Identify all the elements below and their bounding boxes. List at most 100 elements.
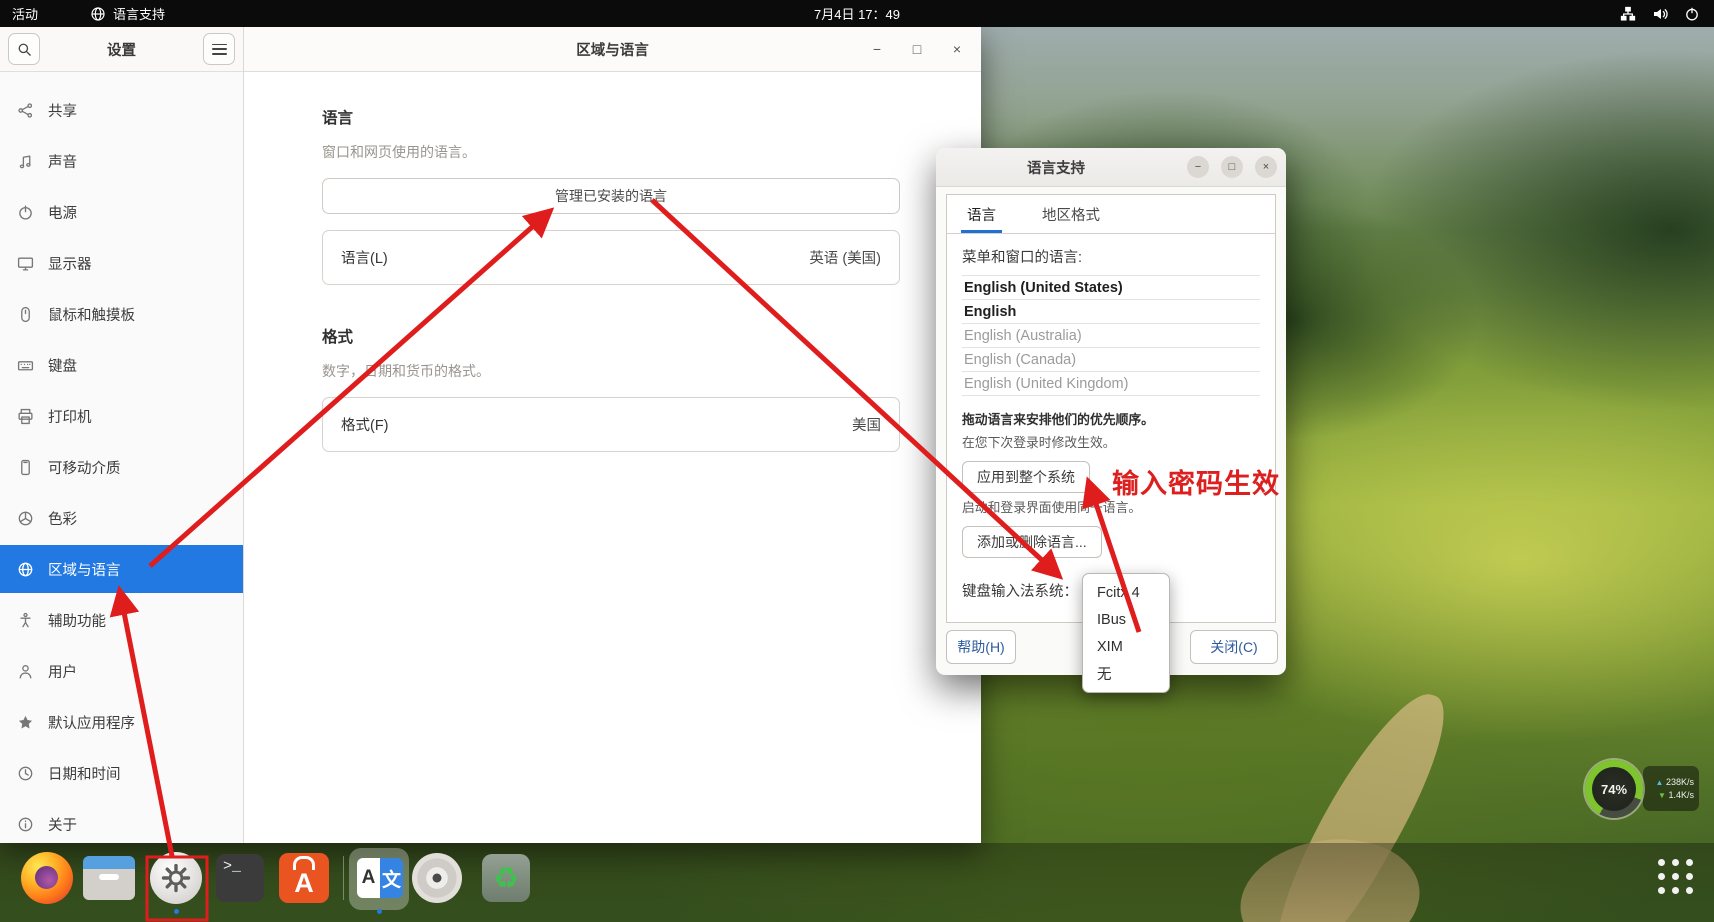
dialog-title: 语言支持 xyxy=(936,148,1176,186)
im-right-glyph: 文 xyxy=(380,858,403,898)
list-item-language[interactable]: English (Australia) xyxy=(962,324,1260,348)
tab-label: 语言 xyxy=(967,204,996,225)
ime-option-xim[interactable]: XIM xyxy=(1083,633,1169,660)
sidebar-item-label: 默认应用程序 xyxy=(48,712,135,733)
sidebar-item-printers[interactable]: 打印机 xyxy=(0,392,243,440)
sidebar-item-label: 用户 xyxy=(48,661,77,682)
hamburger-icon xyxy=(212,44,227,55)
primary-menu-button[interactable] xyxy=(203,33,235,65)
add-remove-languages-button[interactable]: 添加或删除语言... xyxy=(962,526,1102,558)
option-label: Fcitx 4 xyxy=(1097,585,1140,601)
im-left-glyph: A xyxy=(357,858,380,898)
input-method-icon: A 文 xyxy=(357,858,403,898)
tab-language[interactable]: 语言 xyxy=(961,195,1002,233)
sidebar-item-power[interactable]: 电源 xyxy=(0,188,243,236)
maximize-button[interactable]: □ xyxy=(909,41,925,57)
menu-language-label: 菜单和窗口的语言: xyxy=(962,246,1260,267)
close-button[interactable]: 关闭(C) xyxy=(1190,630,1278,664)
list-item-language[interactable]: English (United States) xyxy=(962,276,1260,300)
dock-item-media-player[interactable] xyxy=(411,852,463,904)
focused-app-menu[interactable]: 语言支持 xyxy=(78,0,177,27)
sidebar-item-sharing[interactable]: 共享 xyxy=(0,86,243,134)
activities-label: 活动 xyxy=(12,4,38,23)
upload-value: 238K/s xyxy=(1666,777,1694,787)
sidebar-item-datetime[interactable]: 日期和时间 xyxy=(0,749,243,797)
language-name: English (United Kingdom) xyxy=(964,376,1128,392)
info-icon xyxy=(17,816,34,833)
settings-headerbar: 区域与语言 − □ × xyxy=(244,27,981,72)
tab-label: 地区格式 xyxy=(1042,204,1100,225)
dialog-titlebar: 语言支持 − □ × xyxy=(936,148,1286,187)
list-item-language[interactable]: English (United Kingdom) xyxy=(962,372,1260,396)
apply-system-wide-button[interactable]: 应用到整个系统 xyxy=(962,461,1090,493)
volume-icon xyxy=(1652,6,1668,22)
format-row[interactable]: 格式(F) 美国 xyxy=(322,397,900,452)
clock-label: 7月4日 17：49 xyxy=(814,7,900,22)
list-item-language[interactable]: English xyxy=(962,300,1260,324)
help-button[interactable]: 帮助(H) xyxy=(946,630,1016,664)
tab-regional-formats[interactable]: 地区格式 xyxy=(1036,195,1106,233)
system-monitor-gauge[interactable]: 74% xyxy=(1585,760,1643,818)
sidebar-item-color[interactable]: 色彩 xyxy=(0,494,243,542)
terminal-icon: >_ xyxy=(216,854,264,902)
drag-note: 拖动语言来安排他们的优先顺序。 xyxy=(962,409,1260,428)
dock-item-firefox[interactable] xyxy=(21,852,73,904)
system-tray[interactable] xyxy=(1620,0,1708,27)
firefox-icon xyxy=(21,852,73,904)
region-language-page: 语言 窗口和网页使用的语言。 管理已安装的语言 语言(L) 英语 (美国) 格式… xyxy=(244,106,900,452)
sound-icon xyxy=(17,153,34,170)
list-item-language[interactable]: English (Canada) xyxy=(962,348,1260,372)
close-button[interactable]: × xyxy=(949,41,965,57)
mouse-icon xyxy=(17,306,34,323)
sidebar-item-removable-media[interactable]: 可移动介质 xyxy=(0,443,243,491)
dock: >_ A A 文 ♻ xyxy=(0,843,1714,922)
clock-button[interactable]: 7月4日 17：49 xyxy=(814,4,900,23)
ime-option-none[interactable]: 无 xyxy=(1083,660,1169,687)
maximize-button[interactable]: □ xyxy=(1221,156,1243,178)
help-button-label: 帮助(H) xyxy=(957,637,1004,657)
sidebar-item-accessibility[interactable]: 辅助功能 xyxy=(0,596,243,644)
dock-item-files[interactable] xyxy=(83,852,135,904)
activities-button[interactable]: 活动 xyxy=(0,0,50,27)
settings-sidebar: 设置 共享 声音 电源 xyxy=(0,27,244,843)
sidebar-item-displays[interactable]: 显示器 xyxy=(0,239,243,287)
manage-installed-languages-button[interactable]: 管理已安装的语言 xyxy=(322,178,900,214)
dock-item-terminal[interactable]: >_ xyxy=(214,852,266,904)
language-name: English xyxy=(964,304,1016,320)
dialog-notebook: 语言 地区格式 菜单和窗口的语言: English (United States… xyxy=(946,194,1276,623)
dock-separator xyxy=(343,856,344,900)
focused-app-title: 语言支持 xyxy=(113,4,165,23)
show-apps-button[interactable] xyxy=(1658,859,1693,894)
dock-item-recycle[interactable]: ♻ xyxy=(480,852,532,904)
minimize-button[interactable]: − xyxy=(869,41,885,57)
dialog-window-controls: − □ × xyxy=(1187,156,1277,178)
sidebar-item-default-apps[interactable]: 默认应用程序 xyxy=(0,698,243,746)
recycle-glyph: ♻ xyxy=(493,861,519,896)
removable-media-icon xyxy=(17,459,34,476)
dock-item-input-method[interactable]: A 文 xyxy=(350,852,402,904)
sidebar-item-keyboard[interactable]: 键盘 xyxy=(0,341,243,389)
sidebar-item-label: 打印机 xyxy=(48,406,92,427)
sidebar-item-mouse[interactable]: 鼠标和触摸板 xyxy=(0,290,243,338)
keyboard-icon xyxy=(17,357,34,374)
color-icon xyxy=(17,510,34,527)
sidebar-item-about[interactable]: 关于 xyxy=(0,800,243,848)
upload-icon: ▲ xyxy=(1656,778,1664,787)
close-icon[interactable]: × xyxy=(1255,156,1277,178)
minimize-button[interactable]: − xyxy=(1187,156,1209,178)
language-row-label: 语言(L) xyxy=(341,247,388,268)
terminal-glyph: >_ xyxy=(223,858,241,875)
dock-item-settings[interactable] xyxy=(150,852,202,904)
recycle-icon: ♻ xyxy=(482,854,530,902)
printer-icon xyxy=(17,408,34,425)
language-row[interactable]: 语言(L) 英语 (美国) xyxy=(322,230,900,285)
media-player-icon xyxy=(412,853,462,903)
sidebar-item-region-language[interactable]: 区域与语言 xyxy=(0,545,243,593)
option-label: IBus xyxy=(1097,612,1126,628)
ime-option-fcitx4[interactable]: Fcitx 4 xyxy=(1083,579,1169,606)
sidebar-item-sound[interactable]: 声音 xyxy=(0,137,243,185)
dock-item-software-store[interactable]: A xyxy=(278,852,330,904)
ime-option-ibus[interactable]: IBus xyxy=(1083,606,1169,633)
sidebar-item-label: 声音 xyxy=(48,151,77,172)
sidebar-item-users[interactable]: 用户 xyxy=(0,647,243,695)
